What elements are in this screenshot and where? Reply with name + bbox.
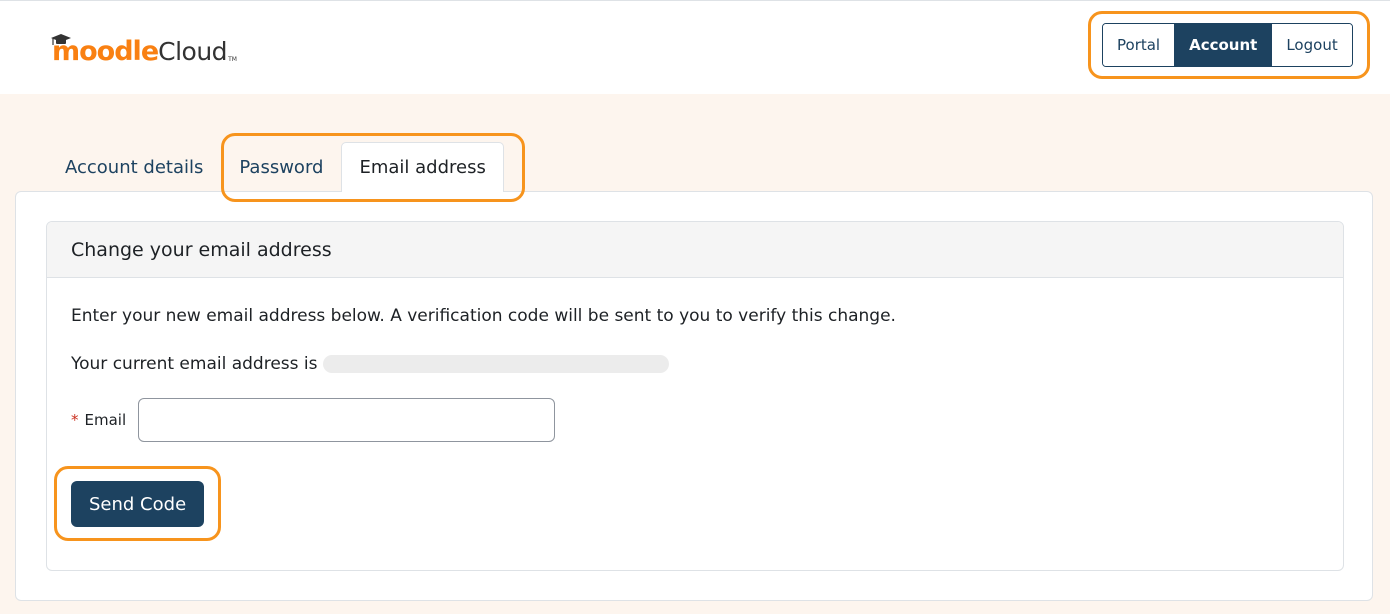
account-tabs: Account details Password Email address xyxy=(47,142,504,192)
redacted-email xyxy=(323,355,670,373)
tab-password[interactable]: Password xyxy=(221,142,341,192)
tab-account-details[interactable]: Account details xyxy=(47,142,221,192)
logout-button[interactable]: Logout xyxy=(1271,24,1352,66)
portal-button[interactable]: Portal xyxy=(1103,24,1175,66)
top-navbar: moodle Cloud TM Portal Account Logout xyxy=(0,0,1390,94)
required-marker: * xyxy=(71,411,79,429)
account-nav-group: Portal Account Logout xyxy=(1102,23,1353,67)
moodlecloud-logo[interactable]: moodle Cloud TM xyxy=(51,33,237,67)
account-button[interactable]: Account xyxy=(1174,24,1272,66)
email-field-row: * Email xyxy=(71,398,556,442)
card-title: Change your email address xyxy=(47,222,1343,278)
current-email-text: Your current email address is xyxy=(71,354,670,374)
logo-trademark: TM xyxy=(228,56,237,63)
send-code-button[interactable]: Send Code xyxy=(71,481,205,527)
graduation-cap-icon xyxy=(51,34,71,45)
logo-cloud-text: Cloud xyxy=(158,37,228,66)
email-label: Email xyxy=(84,411,127,429)
intro-text: Enter your new email address below. A ve… xyxy=(71,306,896,326)
change-email-card: Change your email address Enter your new… xyxy=(46,221,1344,571)
tab-email-address[interactable]: Email address xyxy=(341,142,504,192)
email-input[interactable] xyxy=(138,398,556,442)
current-email-prefix: Your current email address is xyxy=(71,354,318,374)
tab-content-panel: Change your email address Enter your new… xyxy=(15,191,1373,601)
